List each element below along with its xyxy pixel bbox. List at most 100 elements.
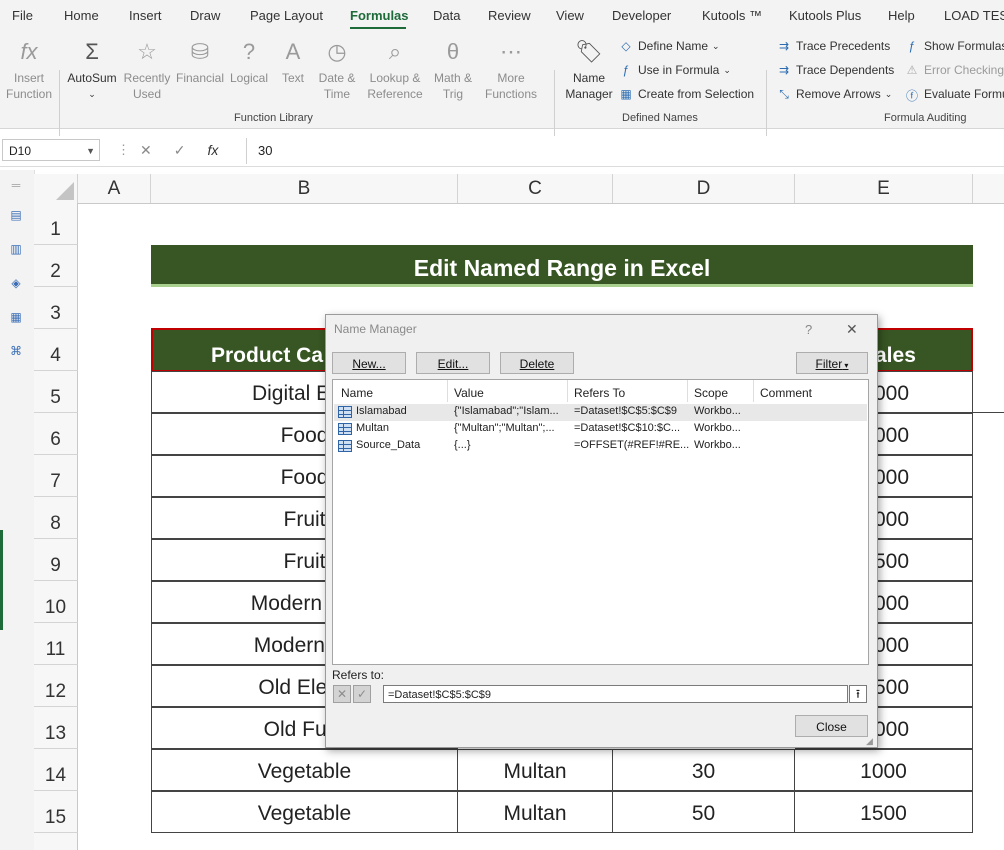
binoculars-icon[interactable]: ⌘ <box>8 344 24 358</box>
row-header[interactable]: 2 <box>34 245 78 287</box>
tab-view[interactable]: View <box>556 8 584 23</box>
table-cell[interactable]: Multan <box>457 791 613 833</box>
create-from-selection-button[interactable]: ▦ Create from Selection <box>618 87 754 101</box>
list-item[interactable]: Multan {"Multan";"Multan";... =Dataset!$… <box>334 421 867 438</box>
column-header-b[interactable]: B <box>151 174 458 203</box>
tab-load-test[interactable]: LOAD TEST <box>944 8 1004 23</box>
text-button[interactable]: A Text <box>276 38 310 86</box>
list-header-scope[interactable]: Scope <box>694 386 728 400</box>
list-header-name[interactable]: Name <box>341 386 373 400</box>
close-button[interactable]: Close <box>795 715 868 737</box>
row-header[interactable]: 9 <box>34 539 78 581</box>
list-header-refers-to[interactable]: Refers To <box>574 386 625 400</box>
row-header[interactable]: 12 <box>34 665 78 707</box>
cancel-edit-icon[interactable]: ✕ <box>333 685 351 703</box>
edit-button[interactable]: Edit... <box>416 352 490 374</box>
math-trig-button[interactable]: θ Math & Trig <box>430 38 476 102</box>
trace-dependents-button[interactable]: ⇉ Trace Dependents <box>776 63 894 77</box>
row-header[interactable]: 8 <box>34 497 78 539</box>
tab-developer[interactable]: Developer <box>612 8 671 23</box>
row-header[interactable]: 11 <box>34 623 78 665</box>
column-header-f[interactable] <box>973 174 1004 203</box>
tab-kutools[interactable]: Kutools ™ <box>702 8 762 23</box>
cancel-icon[interactable]: ✕ <box>140 142 152 159</box>
tab-formulas[interactable]: Formulas <box>350 8 409 23</box>
insert-function-icon[interactable]: fx <box>207 142 218 159</box>
close-icon[interactable]: ✕ <box>846 321 858 338</box>
column-header-e[interactable]: E <box>795 174 973 203</box>
list-item[interactable]: Islamabad {"Islamabad";"Islam... =Datase… <box>334 404 867 421</box>
row-header[interactable]: 4 <box>34 329 78 371</box>
formula-input[interactable]: 30 <box>258 143 272 158</box>
table-cell[interactable]: 50 <box>612 791 795 833</box>
row-header[interactable]: 6 <box>34 413 78 455</box>
column-header-c[interactable]: C <box>458 174 613 203</box>
table-cell[interactable]: Vegetable <box>151 749 458 791</box>
collapse-dialog-icon[interactable]: ⭱ <box>849 685 867 703</box>
logical-button[interactable]: ? Logical <box>228 38 270 86</box>
financial-button[interactable]: ⛁ Financial <box>174 38 226 86</box>
lookup-reference-button[interactable]: ⌕ Lookup & Reference <box>364 38 426 102</box>
name-box[interactable]: D10 ▼ <box>2 139 100 161</box>
tab-page-layout[interactable]: Page Layout <box>250 8 323 23</box>
list-header-comment[interactable]: Comment <box>760 386 812 400</box>
delete-button[interactable]: Delete <box>500 352 574 374</box>
evaluate-formula-button[interactable]: ⓕ Evaluate Formu <box>904 87 1004 103</box>
trace-precedents-button[interactable]: ⇉ Trace Precedents <box>776 39 890 53</box>
tab-insert[interactable]: Insert <box>129 8 162 23</box>
column-divider <box>447 380 448 402</box>
table-cell[interactable]: 30 <box>612 749 795 791</box>
table-cell[interactable]: 1500 <box>794 791 973 833</box>
row-header[interactable] <box>34 833 78 850</box>
handle-icon: ═ <box>11 178 21 192</box>
resize-grip-icon[interactable]: ◢ <box>866 736 873 747</box>
list-header-value[interactable]: Value <box>454 386 484 400</box>
row-header[interactable]: 7 <box>34 455 78 497</box>
define-name-button[interactable]: ◇ Define Name ⌄ <box>618 39 719 53</box>
row-header[interactable]: 3 <box>34 287 78 329</box>
column-header-d[interactable]: D <box>613 174 795 203</box>
table-cell[interactable]: 1000 <box>794 749 973 791</box>
select-all-corner[interactable] <box>34 174 78 203</box>
table-cell[interactable]: Multan <box>457 749 613 791</box>
tab-home[interactable]: Home <box>64 8 99 23</box>
recently-used-button[interactable]: ☆ Recently Used <box>122 38 172 102</box>
table-cell[interactable]: Vegetable <box>151 791 458 833</box>
autosum-button[interactable]: Σ AutoSum ⌄ <box>64 38 120 102</box>
chevron-down-icon: ⌄ <box>884 88 893 99</box>
row-header[interactable]: 13 <box>34 707 78 749</box>
help-icon[interactable]: ? <box>805 322 812 337</box>
column-header-a[interactable]: A <box>78 174 151 203</box>
row-header[interactable]: 1 <box>34 203 78 245</box>
filter-button[interactable]: Filter ▾ <box>796 352 868 374</box>
tab-file[interactable]: File <box>12 8 33 23</box>
row-header[interactable]: 15 <box>34 791 78 833</box>
warning-icon: ⚠ <box>906 63 918 77</box>
tab-kutools-plus[interactable]: Kutools Plus <box>789 8 861 23</box>
more-functions-button[interactable]: ⋯ More Functions <box>478 38 544 102</box>
layers-icon[interactable]: ◈ <box>8 276 24 290</box>
row-header[interactable]: 5 <box>34 371 78 413</box>
use-in-formula-button[interactable]: ƒ Use in Formula ⌄ <box>618 63 731 77</box>
grid-icon[interactable]: ▦ <box>8 310 24 324</box>
confirm-edit-icon[interactable]: ✓ <box>353 685 371 703</box>
refers-to-input[interactable]: =Dataset!$C$5:$C$9 <box>383 685 848 703</box>
remove-arrows-button[interactable]: ⤡ Remove Arrows ⌄ <box>776 87 892 101</box>
chevron-down-icon: ⌄ <box>88 89 96 99</box>
name-manager-button[interactable]: 🏷 Name Manager <box>562 38 616 102</box>
enter-check-icon[interactable]: ✓ <box>174 142 186 159</box>
sheet-nav-icon[interactable]: ▤ <box>8 208 24 222</box>
insert-function-button[interactable]: fx Insert Function <box>4 38 54 102</box>
show-formulas-button[interactable]: ƒ Show Formulas <box>904 39 1004 53</box>
tab-data[interactable]: Data <box>433 8 460 23</box>
list-item[interactable]: Source_Data {...} =OFFSET(#REF!#RE... Wo… <box>334 438 867 455</box>
new-button[interactable]: New... <box>332 352 406 374</box>
date-time-button[interactable]: ◷ Date & Time <box>314 38 360 102</box>
error-checking-button[interactable]: ⚠ Error Checking <box>904 63 1004 77</box>
tab-draw[interactable]: Draw <box>190 8 220 23</box>
tab-review[interactable]: Review <box>488 8 531 23</box>
workbook-icon[interactable]: ▥ <box>8 242 24 256</box>
row-header[interactable]: 10 <box>34 581 78 623</box>
row-header[interactable]: 14 <box>34 749 78 791</box>
tab-help[interactable]: Help <box>888 8 915 23</box>
